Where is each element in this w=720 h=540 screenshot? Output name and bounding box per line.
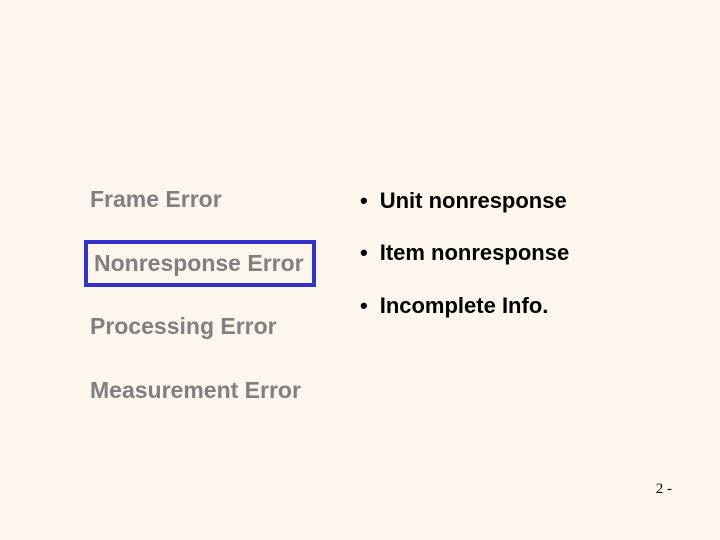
- right-column: • Unit nonresponse • Item nonresponse • …: [360, 186, 650, 440]
- bullet-icon: •: [360, 293, 368, 319]
- error-type-frame: Frame Error: [90, 186, 360, 214]
- content-columns: Frame Error Nonresponse Error Processing…: [90, 186, 650, 440]
- page-number: 2 -: [656, 481, 672, 498]
- bullet-text: Incomplete Info.: [380, 293, 549, 319]
- error-type-measurement: Measurement Error: [90, 377, 360, 405]
- left-column: Frame Error Nonresponse Error Processing…: [90, 186, 360, 440]
- bullet-icon: •: [360, 240, 368, 266]
- bullet-text: Item nonresponse: [380, 240, 569, 266]
- bullet-item-item: • Item nonresponse: [360, 240, 650, 266]
- bullet-item-unit: • Unit nonresponse: [360, 188, 650, 214]
- bullet-item-incomplete: • Incomplete Info.: [360, 293, 650, 319]
- bullet-text: Unit nonresponse: [380, 188, 567, 214]
- bullet-icon: •: [360, 188, 368, 214]
- error-type-nonresponse-highlighted: Nonresponse Error: [84, 240, 316, 288]
- error-type-processing: Processing Error: [90, 313, 360, 341]
